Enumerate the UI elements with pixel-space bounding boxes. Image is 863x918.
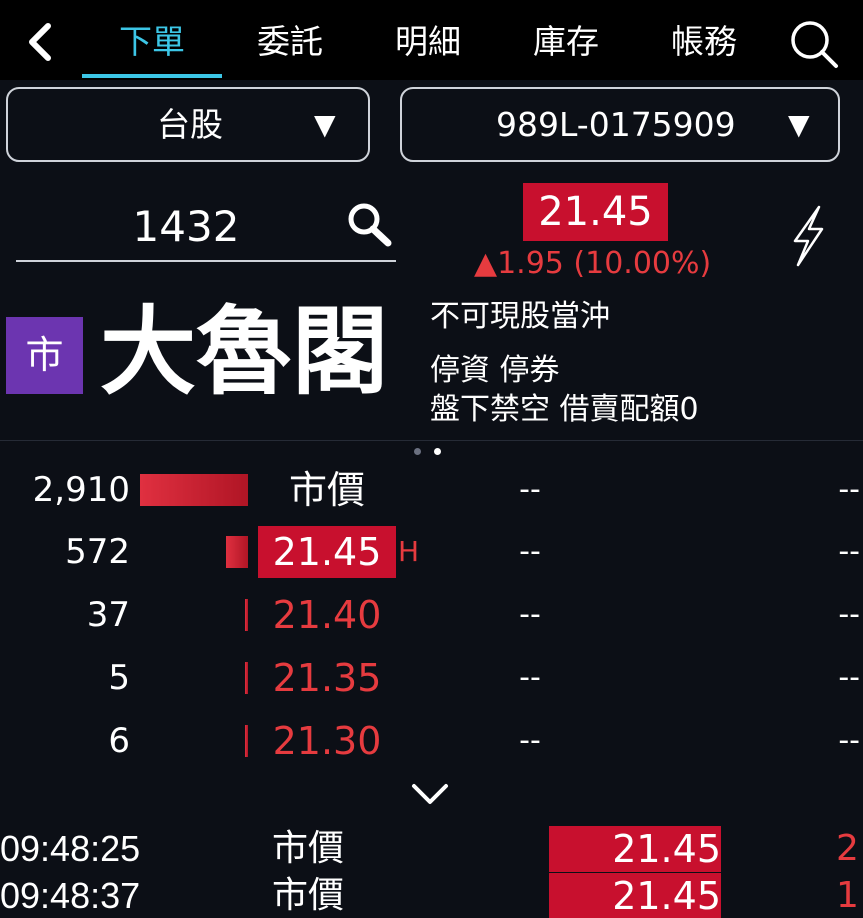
bid-price[interactable]: 市價 [258,464,396,516]
ask-quantity: -- [838,472,860,507]
margin-status: 停資 停券 [430,353,560,388]
bid-price[interactable]: 21.45 [258,526,396,578]
tab-inventory[interactable]: 庫存 [502,18,630,68]
order-book-row: 5 21.35 -- -- [0,648,863,708]
order-book-row: 37 21.40 -- -- [0,585,863,645]
ask-quantity: -- [838,723,860,758]
bid-quantity: 2,910 [32,470,130,510]
bid-price[interactable]: 21.30 [258,715,396,767]
price-change: ▲1.95 (10.00%) [474,246,712,281]
stock-search-button[interactable] [344,200,396,250]
current-price: 21.45 [523,183,668,241]
ask-price[interactable]: -- [500,585,560,645]
section-divider [0,440,863,441]
ask-price[interactable]: -- [500,648,560,708]
order-book-row: 572 21.45 H -- -- [0,522,863,582]
order-book-row: 2,910 市價 -- -- [0,460,863,520]
page-indicator [414,448,444,458]
trade-row[interactable]: 09:48:25 市價 21.45 2 [0,826,863,872]
market-type-badge: 市 [6,317,83,394]
market-selector[interactable]: 台股 ▼ [6,87,370,162]
day-trade-status: 不可現股當沖 [430,299,610,334]
chevron-down-icon [412,784,448,804]
quantity-bar [245,599,248,631]
ask-price[interactable]: -- [500,460,560,520]
limit-up-marker: H [398,535,420,568]
active-tab-indicator [82,74,222,78]
search-button[interactable] [786,18,842,70]
quantity-bar [226,536,248,568]
stock-code-input[interactable] [16,192,396,262]
tab-accounts[interactable]: 帳務 [640,18,768,68]
expand-order-book-button[interactable] [408,778,452,812]
bid-price[interactable]: 21.35 [258,652,396,704]
order-book-row: 6 21.30 -- -- [0,711,863,771]
tab-details[interactable]: 明細 [364,18,492,68]
page-dot [414,448,421,455]
trade-volume: 1 [836,875,859,916]
back-button[interactable] [20,20,60,64]
trade-row[interactable]: 09:48:37 市價 21.45 1 [0,873,863,918]
quick-order-button[interactable] [789,204,827,268]
quantity-bar [140,474,248,506]
quantity-bar [245,662,248,694]
chevron-left-icon [29,23,51,61]
trade-time: 09:48:37 [0,875,141,916]
top-nav-bar: 下單 委託 明細 庫存 帳務 [0,0,863,80]
quantity-bar [245,725,248,757]
search-icon [791,21,838,68]
short-sell-status: 盤下禁空 借賣配額0 [430,392,699,427]
lightning-bolt-icon [793,205,824,267]
ask-price[interactable]: -- [500,522,560,582]
bid-quantity: 5 [108,658,130,698]
ask-quantity: -- [838,534,860,569]
bid-quantity: 6 [108,721,130,761]
tab-orders-pending[interactable]: 委託 [226,18,354,68]
dropdown-arrow-icon: ▼ [788,108,810,141]
ask-quantity: -- [838,660,860,695]
page-dot-active [434,448,441,455]
bid-quantity: 572 [65,532,130,572]
trade-price: 21.45 [549,826,721,872]
stock-name: 大魯閣 [100,296,388,408]
dropdown-arrow-icon: ▼ [314,108,336,141]
trade-type: 市價 [272,828,345,869]
account-selector-value: 989L-0175909 [496,105,736,144]
trade-time: 09:48:25 [0,828,141,869]
ask-price[interactable]: -- [500,711,560,771]
tab-order[interactable]: 下單 [82,18,222,68]
account-selector[interactable]: 989L-0175909 ▼ [400,87,840,162]
trade-volume: 2 [836,828,859,869]
bid-quantity: 37 [86,595,130,635]
bid-price[interactable]: 21.40 [258,589,396,641]
trade-type: 市價 [272,875,345,916]
magnifier-icon [348,203,392,247]
ask-quantity: -- [838,597,860,632]
trade-price: 21.45 [549,873,721,918]
